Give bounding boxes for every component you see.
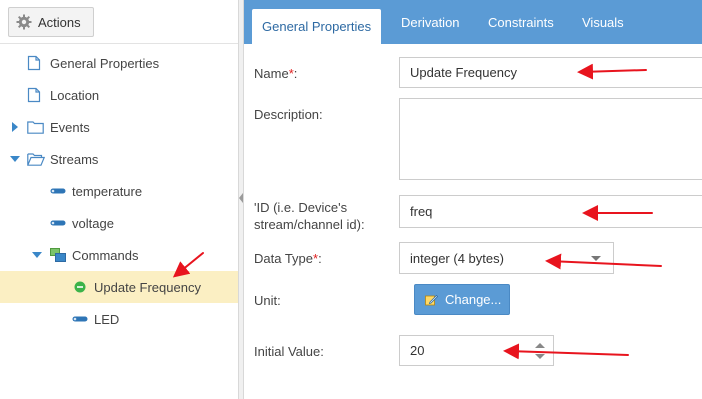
id-label: 'ID (i.e. Device's stream/channel id): — [254, 200, 365, 232]
folder-icon — [27, 120, 44, 134]
tree-item-update-frequency[interactable]: Update Frequency — [0, 271, 238, 303]
unit-label: Unit: — [254, 293, 281, 308]
tree-item-label: Location — [50, 87, 100, 103]
page-icon — [27, 87, 41, 103]
tree-item-label: General Properties — [50, 55, 160, 71]
tree-item-label: Events — [50, 119, 90, 135]
tree-item-commands[interactable]: Commands — [0, 239, 238, 271]
tree-item-temperature[interactable]: temperature — [0, 175, 238, 207]
stream-icon — [72, 316, 88, 322]
tab-bar: General Properties Derivation Constraint… — [244, 0, 702, 44]
tab-derivation[interactable]: Derivation — [401, 0, 460, 44]
tree-item-label: voltage — [72, 215, 114, 231]
tree-item-label: Update Frequency — [94, 279, 201, 295]
collapse-left-icon[interactable] — [239, 193, 243, 203]
properties-panel: General Properties Derivation Constraint… — [244, 0, 702, 399]
stream-icon — [50, 188, 66, 194]
name-label: Name*: — [254, 66, 298, 81]
datatype-label: Data Type*: — [254, 251, 322, 266]
tree-item-location[interactable]: Location — [0, 79, 238, 111]
initial-value-label: Initial Value: — [254, 344, 324, 359]
decrement-icon[interactable] — [535, 354, 545, 359]
tree-item-events[interactable]: Events — [0, 111, 238, 143]
tree-item-label: Streams — [50, 151, 99, 167]
commands-icon — [50, 248, 66, 262]
open-folder-icon — [27, 152, 45, 166]
name-input[interactable]: Update Frequency — [399, 57, 702, 88]
tree-item-label: LED — [94, 311, 120, 327]
caret-down-icon[interactable] — [10, 154, 20, 164]
tree-item-label: Commands — [72, 247, 139, 263]
tree-item-led[interactable]: LED — [0, 303, 238, 335]
command-icon — [74, 281, 86, 293]
increment-icon[interactable] — [535, 343, 545, 348]
initial-value-stepper[interactable]: 20 — [399, 335, 554, 366]
caret-right-icon[interactable] — [10, 122, 20, 132]
tab-visuals[interactable]: Visuals — [582, 0, 624, 44]
description-label: Description: — [254, 107, 323, 122]
tab-general-properties[interactable]: General Properties — [252, 9, 382, 44]
id-input[interactable]: freq — [399, 195, 702, 228]
description-textarea[interactable] — [399, 98, 702, 180]
change-button-label: Change... — [445, 292, 502, 307]
chevron-down-icon — [591, 256, 601, 261]
tree-item-label: temperature — [72, 183, 143, 199]
tree-item-general-properties[interactable]: General Properties — [0, 47, 238, 79]
page-icon — [27, 55, 41, 71]
actions-button[interactable]: Actions — [8, 7, 94, 37]
datatype-select[interactable]: integer (4 bytes) — [399, 242, 614, 274]
change-unit-button[interactable]: Change... — [414, 284, 510, 315]
tree-item-voltage[interactable]: voltage — [0, 207, 238, 239]
tree-item-streams[interactable]: Streams — [0, 143, 238, 175]
gear-icon — [16, 14, 32, 30]
tab-constraints[interactable]: Constraints — [488, 0, 554, 44]
edit-icon — [425, 293, 438, 306]
tree-toolbar: Actions — [0, 0, 238, 44]
navigation-tree-panel: Actions General Properties Location Even… — [0, 0, 238, 399]
caret-down-icon[interactable] — [32, 250, 42, 260]
actions-button-label: Actions — [38, 14, 81, 30]
stream-icon — [50, 220, 66, 226]
